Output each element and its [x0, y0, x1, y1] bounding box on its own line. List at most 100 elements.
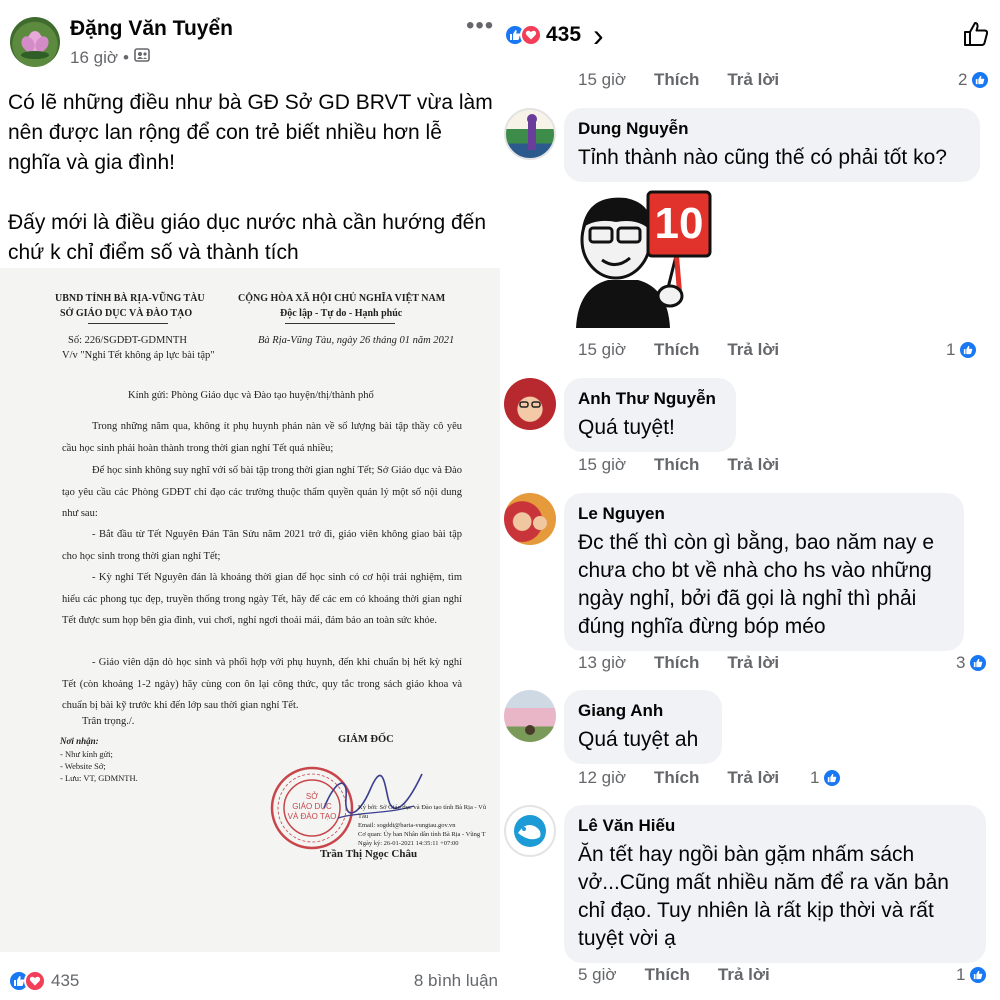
doc-recipients-2: - Website Sở;	[60, 761, 106, 771]
comment-reaction-count: 3	[956, 653, 966, 672]
comment-time[interactable]: 15 giờ	[578, 340, 626, 360]
comment-text: Ăn tết hay ngồi bàn gặm nhấm sách vở...C…	[578, 843, 949, 950]
comment-actions: 15 giờ Thích Trả lời	[578, 455, 779, 475]
thumbs-up-outline-icon[interactable]	[962, 20, 990, 53]
reply-button[interactable]: Trả lời	[727, 340, 779, 360]
chevron-right-icon: ›	[593, 17, 604, 53]
comment-reaction[interactable]: 3	[956, 653, 989, 673]
author-avatar[interactable]	[10, 17, 60, 67]
doc-rule-left	[88, 323, 168, 324]
comment-bubble: Dung Nguyễn Tỉnh thành nào cũng thế có p…	[564, 108, 980, 182]
comment-actions: 13 giờ Thích Trả lời	[578, 653, 779, 673]
doc-digital-sig-5: Ngày ký: 26-01-2021 14:35:11 +07:00	[358, 840, 459, 847]
comment-reaction-count: 2	[958, 70, 968, 89]
like-reaction-icon	[958, 340, 979, 360]
commenter-name[interactable]: Dung Nguyễn	[578, 118, 966, 140]
post-comment-count[interactable]: 8 bình luận	[414, 971, 498, 991]
commenter-avatar[interactable]	[504, 690, 556, 742]
comment-text: Quá tuyệt ah	[578, 728, 699, 751]
score-sticker-number: 10	[654, 199, 704, 248]
post-footer: 435 8 bình luận	[8, 966, 498, 996]
comment-time[interactable]: 15 giờ	[578, 70, 626, 90]
doc-recipient: Kính gửi: Phòng Giáo dục và Đào tạo huyệ…	[128, 390, 374, 401]
comment-reaction[interactable]: 1	[946, 340, 979, 360]
commenter-name[interactable]: Anh Thư Nguyễn	[578, 388, 722, 410]
post-panel: Đặng Văn Tuyển 16 giờ • ••• Có lẽ những …	[0, 0, 500, 1000]
comment-time[interactable]: 12 giờ	[578, 768, 626, 788]
doc-subject: V/v "Nghỉ Tết không áp lực bài tập"	[62, 350, 215, 361]
comment-actions: 15 giờ Thích Trả lời	[578, 340, 779, 360]
doc-number: Số: 226/SGDĐT-GDMNTH	[68, 335, 187, 346]
reply-button[interactable]: Trả lời	[727, 653, 779, 673]
doc-org-line2: SỞ GIÁO DỤC VÀ ĐÀO TẠO	[60, 308, 193, 319]
lotus-avatar-image	[21, 31, 49, 59]
comment-bubble: Anh Thư Nguyễn Quá tuyệt!	[564, 378, 736, 452]
doc-org-line1: UBND TỈNH BÀ RỊA-VŨNG TÀU	[55, 293, 205, 304]
doc-closing: Trân trọng./.	[82, 716, 135, 727]
doc-recipients-title: Nơi nhận:	[60, 736, 99, 746]
comment-bubble: Giang Anh Quá tuyệt ah	[564, 690, 722, 764]
comment-bubble: Lê Văn Hiếu Ăn tết hay ngồi bàn gặm nhấm…	[564, 805, 986, 963]
comment-reaction[interactable]: 1	[956, 965, 989, 985]
doc-signer-name: Trần Thị Ngọc Châu	[320, 848, 418, 860]
reply-button[interactable]: Trả lời	[727, 768, 779, 788]
post-meta: 16 giờ •	[70, 47, 150, 68]
post-text: Có lẽ những điều như bà GĐ Sở GD BRVT vừ…	[8, 91, 493, 264]
comment-time[interactable]: 15 giờ	[578, 455, 626, 475]
comment-time[interactable]: 13 giờ	[578, 653, 626, 673]
love-reaction-icon	[520, 24, 542, 46]
post-reaction-count[interactable]: 435	[51, 971, 79, 991]
doc-digital-sig-4: Cơ quan: Ủy ban Nhân dân tỉnh Bà Rịa - V…	[358, 831, 486, 838]
comment-time[interactable]: 5 giờ	[578, 965, 617, 985]
commenter-name[interactable]: Giang Anh	[578, 700, 708, 722]
handwritten-signature	[323, 773, 423, 819]
commenter-avatar[interactable]	[504, 378, 556, 430]
commenter-name[interactable]: Le Nguyen	[578, 503, 950, 525]
comment-reaction-count: 1	[946, 340, 956, 359]
post-author-name[interactable]: Đặng Văn Tuyển	[70, 17, 233, 41]
commenter-name[interactable]: Lê Văn Hiếu	[578, 815, 972, 837]
like-button[interactable]: Thích	[645, 965, 690, 985]
doc-digital-sig-1: Ký bởi: Sở Giáo dục và Đào tạo tỉnh Bà R…	[358, 804, 487, 811]
comment-actions: 12 giờ Thích Trả lời	[578, 768, 779, 788]
love-reaction-icon	[24, 970, 46, 992]
like-button[interactable]: Thích	[654, 653, 699, 673]
like-button[interactable]: Thích	[654, 768, 699, 788]
like-reaction-icon	[968, 965, 989, 985]
commenter-avatar[interactable]	[504, 108, 556, 160]
comment-reaction[interactable]: 1	[810, 768, 843, 788]
comment-bubble: Le Nguyen Đc thế thì còn gì bằng, bao nă…	[564, 493, 964, 651]
reply-button[interactable]: Trả lời	[727, 70, 779, 90]
score-sticker: 10	[568, 188, 718, 328]
doc-recipients-1: - Như kính gửi;	[60, 749, 113, 759]
commenter-avatar[interactable]	[504, 805, 556, 857]
doc-paragraph-1: Trong những năm qua, không ít phụ huynh …	[62, 421, 462, 454]
header-reaction-count: 435	[546, 23, 582, 46]
doc-digital-sig-2: Tàu	[358, 813, 369, 820]
like-button[interactable]: Thích	[654, 70, 699, 90]
comments-panel: 435 › 15 giờ Thích Trả lời 2 Dung Nguyễn…	[504, 0, 1000, 1000]
doc-nation-line2: Độc lập - Tự do - Hạnh phúc	[280, 308, 403, 319]
comment-reaction-prev[interactable]: 2	[958, 70, 991, 90]
comment-reaction-count: 1	[956, 965, 966, 984]
like-reaction-icon	[968, 653, 989, 673]
comment-text: Tỉnh thành nào cũng thế có phải tốt ko?	[578, 146, 947, 169]
like-button[interactable]: Thích	[654, 340, 699, 360]
post-time[interactable]: 16 giờ	[70, 48, 118, 68]
reply-button[interactable]: Trả lời	[718, 965, 770, 985]
like-reaction-icon	[822, 768, 843, 788]
doc-paragraph-4: - Kỳ nghỉ Tết Nguyên đán là khoảng thời …	[62, 572, 462, 626]
commenter-avatar[interactable]	[504, 493, 556, 545]
more-options-icon[interactable]: •••	[466, 12, 494, 40]
official-letter-image[interactable]: UBND TỈNH BÀ RỊA-VŨNG TÀU SỞ GIÁO DỤC VÀ…	[0, 268, 500, 952]
globe-friends-icon	[134, 47, 150, 68]
comment-text: Đc thế thì còn gì bằng, bao năm nay e ch…	[578, 531, 935, 638]
like-reaction-icon	[970, 70, 991, 90]
meta-separator: •	[123, 47, 129, 67]
comment-actions-prev: 15 giờ Thích Trả lời	[578, 70, 779, 90]
doc-recipients-3: - Lưu: VT, GDMNTH.	[60, 773, 138, 783]
doc-paragraph-3: - Bắt đầu từ Tết Nguyên Đán Tân Sửu năm …	[62, 529, 462, 562]
reply-button[interactable]: Trả lời	[727, 455, 779, 475]
like-button[interactable]: Thích	[654, 455, 699, 475]
reactions-header[interactable]: 435 ›	[504, 17, 604, 53]
